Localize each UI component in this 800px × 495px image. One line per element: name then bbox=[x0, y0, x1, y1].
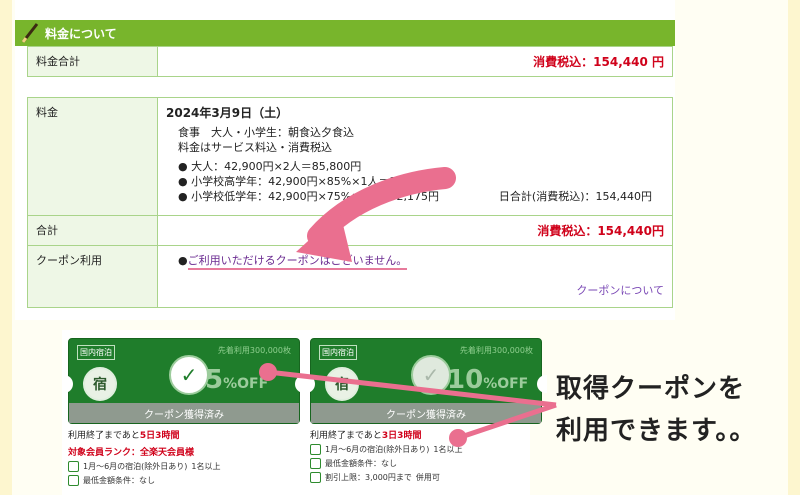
pointer-line bbox=[267, 369, 557, 408]
pointer-line bbox=[457, 402, 557, 441]
callout-text: 取得クーポンを 利用できます。。 bbox=[556, 374, 757, 446]
